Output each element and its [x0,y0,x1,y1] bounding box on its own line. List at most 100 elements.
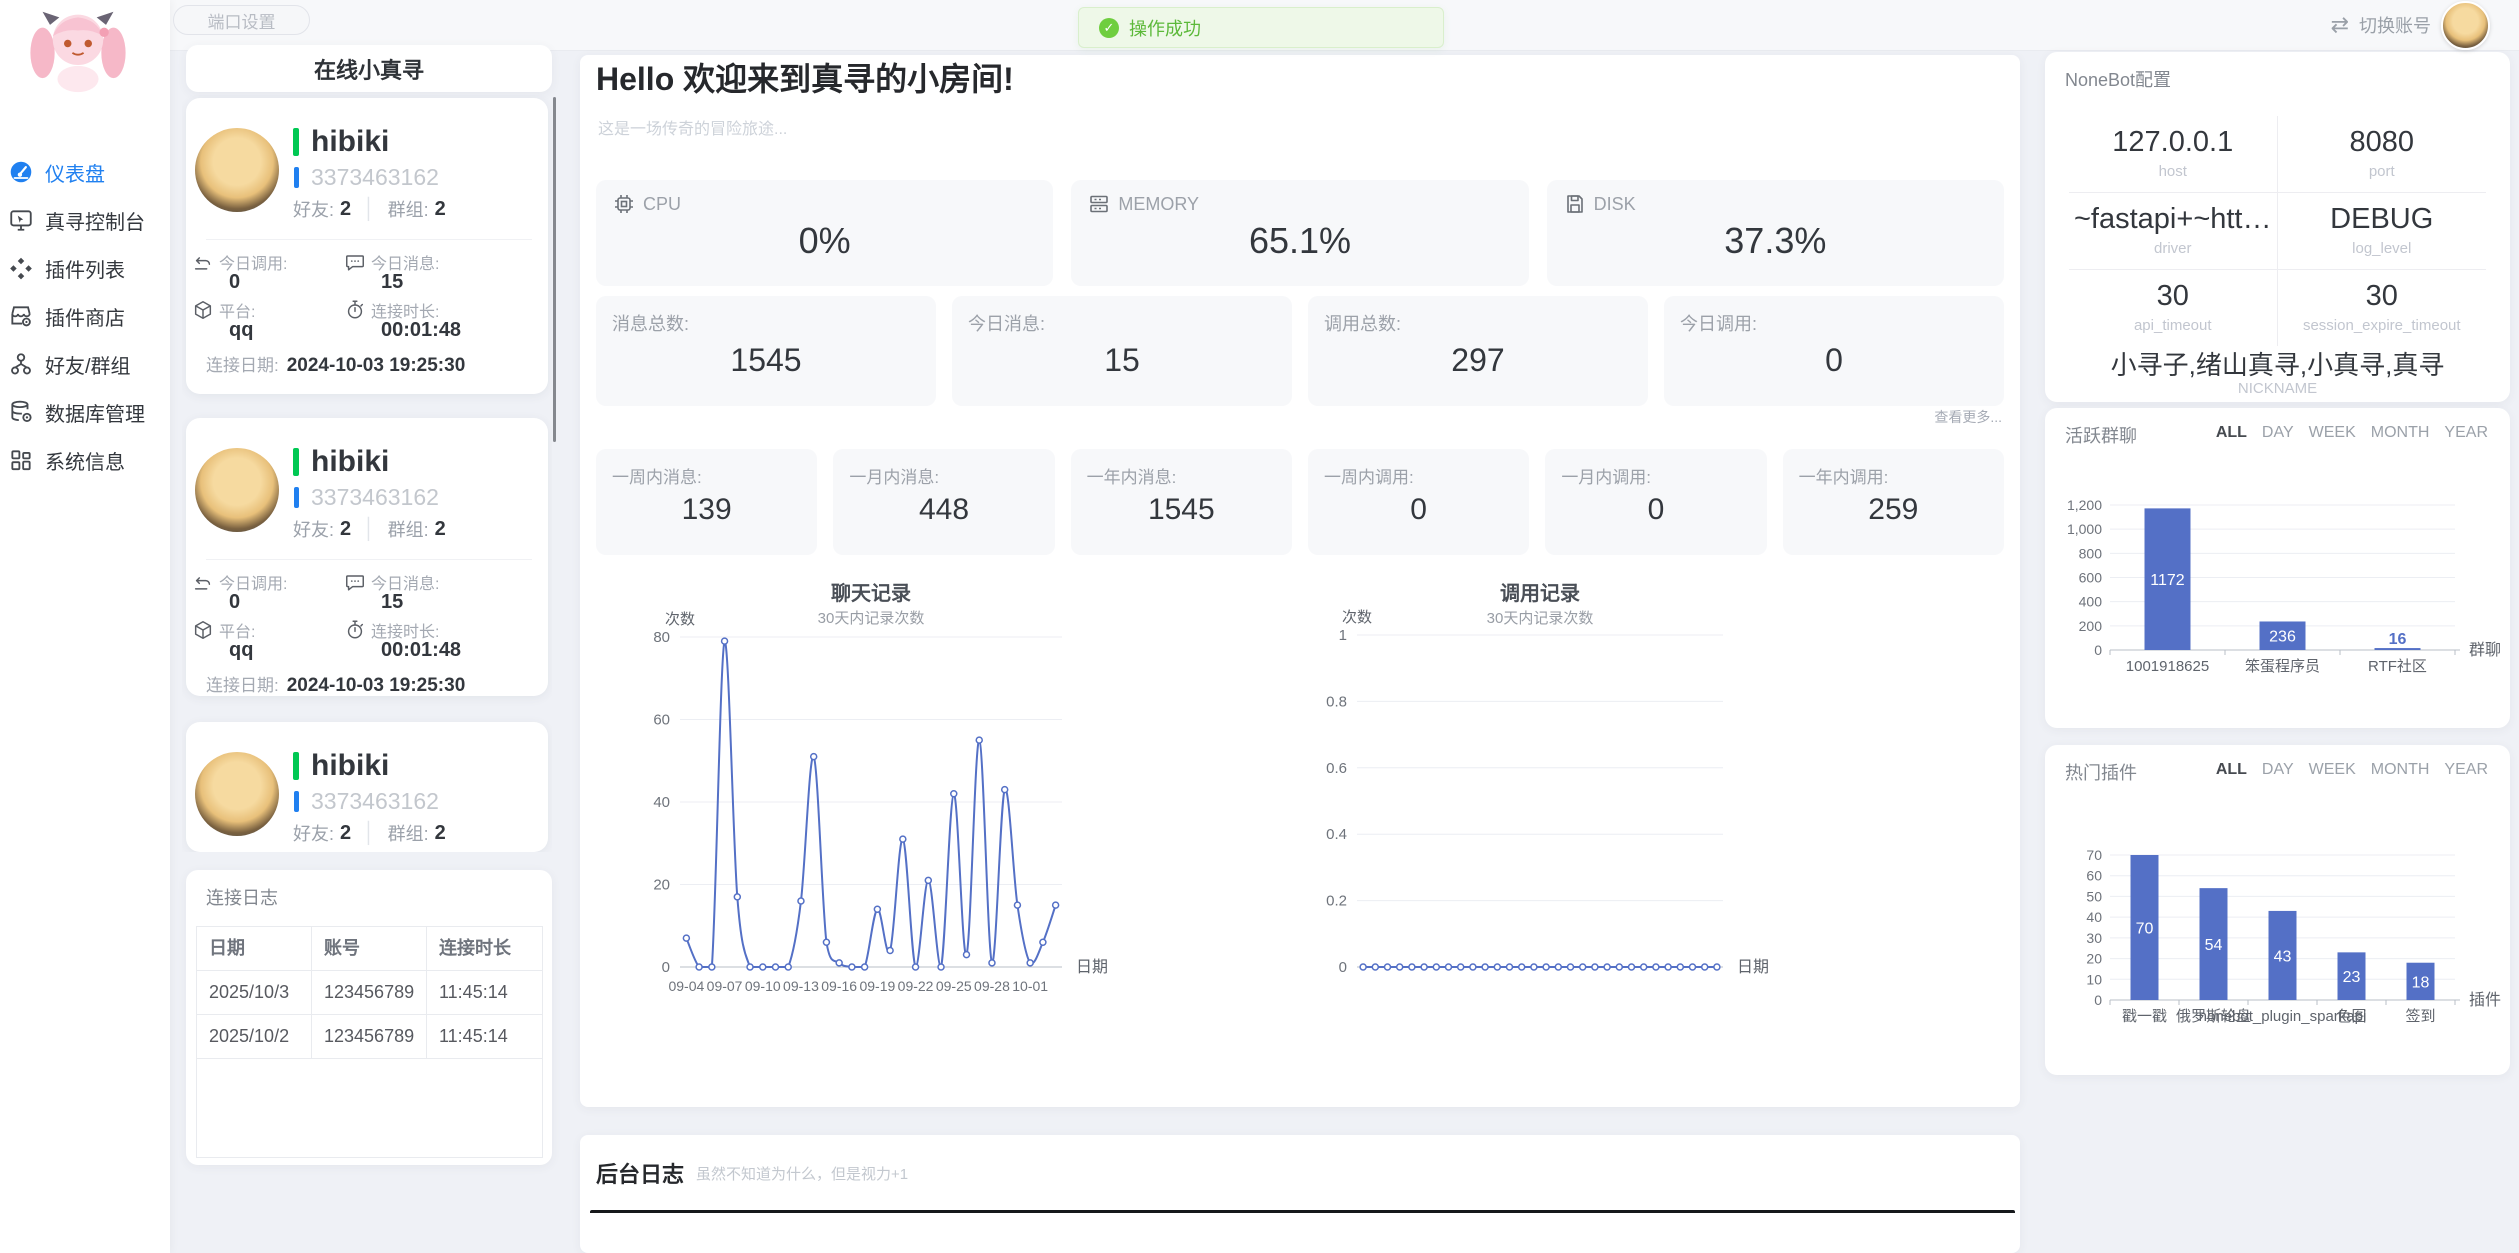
table-cell: 11:45:14 [427,1015,542,1059]
table-cell: 123456789 [312,971,427,1015]
bot-card[interactable]: hibiki3373463162好友:2│群组:2今日调用:0今日消息:15平台… [186,98,548,394]
sidebar-item-6[interactable]: 数据库管理 [0,388,170,436]
tab-year[interactable]: YEAR [2444,424,2488,442]
svg-text:09-16: 09-16 [821,978,857,994]
gauge-label: MEMORY [1118,194,1199,215]
bot-counts: 好友:2│群组:2 [293,516,446,542]
stat-card: 一月内消息:448 [833,449,1054,555]
sidebar-item-4[interactable]: 插件商店 [0,292,170,340]
bot-counts: 好友:2│群组:2 [293,196,446,222]
tab-month[interactable]: MONTH [2371,761,2430,779]
hot-plugins-card: 热门插件 ALLDAYWEEKMONTHYEAR 010203040506070… [2045,745,2510,1075]
tab-week[interactable]: WEEK [2309,424,2356,442]
toast-text: 操作成功 [1129,15,1201,41]
user-avatar[interactable] [2441,1,2490,50]
success-toast: ✓ 操作成功 [1078,7,1444,48]
sidebar-item-label: 好友/群组 [45,350,131,379]
svg-text:调用记录: 调用记录 [1500,582,1580,605]
svg-text:70: 70 [2086,847,2102,863]
view-more-link[interactable]: 查看更多... [1934,407,2002,427]
nonebot-config-title: NoneBot配置 [2065,66,2171,92]
online-bots-header: 在线小真寻 [186,45,552,92]
platform-icon [192,299,214,321]
plugin-list-icon [8,255,34,281]
bot-card[interactable]: hibiki3373463162好友:2│群组:2今日调用:0今日消息:15平台… [186,418,548,696]
sidebar-item-3[interactable]: 插件列表 [0,244,170,292]
svg-text:签到: 签到 [2405,1008,2435,1025]
svg-text:聊天记录: 聊天记录 [831,581,911,605]
stat-value: 448 [833,493,1054,527]
name-accent-bar [293,448,299,476]
logo-image[interactable] [22,4,134,98]
gauge-label: DISK [1594,194,1636,215]
svg-text:0: 0 [662,959,670,976]
svg-text:800: 800 [2079,545,2103,561]
svg-text:1001918625: 1001918625 [2126,658,2209,675]
svg-text:群聊: 群聊 [2469,641,2501,659]
sidebar-item-label: 数据库管理 [45,398,145,427]
disk-icon [1563,192,1587,216]
page-title: Hello 欢迎来到真寻的小房间! [596,49,1014,109]
svg-text:RTF社区: RTF社区 [2368,658,2427,675]
svg-text:400: 400 [2079,594,2103,610]
table-cell: 11:45:14 [427,971,542,1015]
bot-account: 3373463162 [311,484,439,511]
config-value: ~fastapi+~htt… [2069,203,2277,236]
svg-text:笨蛋程序员: 笨蛋程序员 [2245,658,2320,675]
svg-text:30: 30 [2086,930,2102,946]
sidebar-item-7[interactable]: 系统信息 [0,436,170,484]
tab-all[interactable]: ALL [2216,761,2247,779]
bot-account: 3373463162 [311,164,439,191]
config-label: host [2069,163,2277,180]
config-field-session_expire_timeout: 30session_expire_timeout [2278,270,2487,346]
tab-day[interactable]: DAY [2262,424,2294,442]
tab-day[interactable]: DAY [2262,761,2294,779]
bot-list-scrollbar[interactable] [553,97,556,442]
connection-log-title: 连接日志 [206,884,278,910]
chat-record-chart: 02040608009-0409-0709-1009-1309-1609-190… [580,565,1300,1015]
svg-text:1,000: 1,000 [2067,521,2102,537]
stat-value: 259 [1783,493,2004,527]
gauge-card-cpu: CPU0% [596,180,1053,286]
switch-account[interactable]: ⇄ 切换账号 [2331,0,2490,50]
hot-plugins-chart: 01020304050607070戳一戳54俄罗斯轮盘43nonebot_plu… [2045,818,2510,1068]
friends-groups-icon [8,351,34,377]
table-cell: 2025/10/3 [197,971,312,1015]
svg-text:0: 0 [2094,642,2102,658]
sidebar-item-label: 真寻控制台 [45,206,145,235]
tab-year[interactable]: YEAR [2444,761,2488,779]
connection-date: 连接日期:2024-10-03 19:25:30 [206,671,465,696]
bot-card[interactable]: hibiki3373463162好友:2│群组:2 [186,722,548,852]
console-icon [8,207,34,233]
nonebot-config-card: NoneBot配置 127.0.0.1host8080port~fastapi+… [2045,52,2510,402]
active-groups-card: 活跃群聊 ALLDAYWEEKMONTHYEAR 02004006008001,… [2045,408,2510,728]
tab-month[interactable]: MONTH [2371,424,2430,442]
svg-text:23: 23 [2343,969,2361,986]
svg-text:0.6: 0.6 [1326,760,1347,777]
sidebar-item-1[interactable]: 仪表盘 [0,148,170,196]
sidebar-item-2[interactable]: 真寻控制台 [0,196,170,244]
backend-log-title: 后台日志 [596,1157,684,1189]
tab-all[interactable]: ALL [2216,424,2247,442]
sidebar-item-5[interactable]: 好友/群组 [0,340,170,388]
stat-value: 1545 [1071,493,1292,527]
svg-text:18: 18 [2412,974,2430,991]
config-field-api_timeout: 30api_timeout [2069,270,2278,346]
stat-value: 0 [1545,493,1766,527]
stat-label: 一年内调用: [1799,463,1889,488]
connection-log-card: 连接日志 日期账号连接时长2025/10/312345678911:45:142… [186,870,552,1165]
svg-text:40: 40 [653,794,670,811]
svg-text:09-22: 09-22 [898,978,934,994]
svg-text:80: 80 [653,629,670,646]
port-settings-button[interactable]: 端口设置 [173,5,310,35]
sidebar-item-label: 系统信息 [45,446,125,475]
active-groups-title: 活跃群聊 [2065,422,2137,448]
nickname-label: NICKNAME [2045,380,2510,397]
svg-text:0.8: 0.8 [1326,693,1347,710]
svg-text:10-01: 10-01 [1012,978,1048,994]
svg-text:20: 20 [2086,951,2102,967]
tab-week[interactable]: WEEK [2309,761,2356,779]
svg-text:50: 50 [2086,888,2102,904]
svg-text:200: 200 [2079,618,2103,634]
message-icon [344,251,366,273]
